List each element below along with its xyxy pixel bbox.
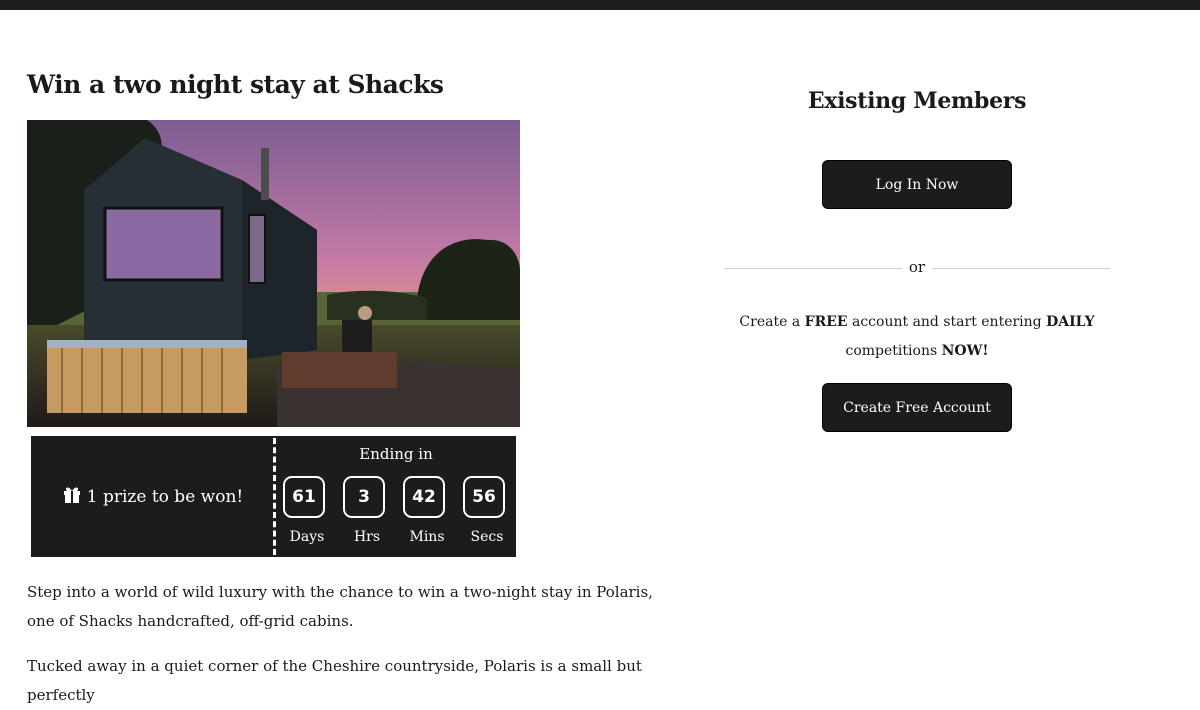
create-account-prompt: Create a FREE account and start entering… [722,308,1112,366]
countdown-minutes-label: Mins [409,529,445,545]
countdown-days: 61 [283,476,325,518]
top-nav-bar [0,0,1200,10]
create-account-button[interactable]: Create Free Account [822,383,1012,432]
description-paragraph-2: Tucked away in a quiet corner of the Che… [27,657,642,704]
prize-count: 1 prize to be won! [31,436,274,557]
log-in-button[interactable]: Log In Now [822,160,1012,209]
cta-text-2: account and start entering [847,314,1047,330]
competition-title: Win a two night stay at Shacks [27,70,444,99]
cta-free: FREE [804,314,848,330]
countdown-minutes: 42 [403,476,445,518]
existing-members-heading: Existing Members [807,88,1027,114]
competition-image [27,120,520,427]
gift-icon [62,484,82,509]
prize-text: 1 prize to be won! [86,486,244,507]
countdown-hours-label: Hrs [353,529,381,545]
cta-text-3: competitions [845,343,942,359]
countdown-days-label: Days [289,529,325,545]
description-paragraph-1: Step into a world of wild luxury with th… [27,583,653,630]
cta-daily: DAILY [1046,314,1095,330]
ending-label: Ending in [359,445,433,463]
cta-text-1: Create a [739,314,805,330]
countdown-hours: 3 [343,476,385,518]
or-text: or [908,258,926,276]
countdown-seconds-label: Secs [470,529,504,545]
cta-now: NOW! [941,343,989,359]
or-separator: or [724,258,1110,278]
prize-countdown-panel: 1 prize to be won! Ending in 61 3 42 56 … [31,436,516,557]
countdown-seconds: 56 [463,476,505,518]
